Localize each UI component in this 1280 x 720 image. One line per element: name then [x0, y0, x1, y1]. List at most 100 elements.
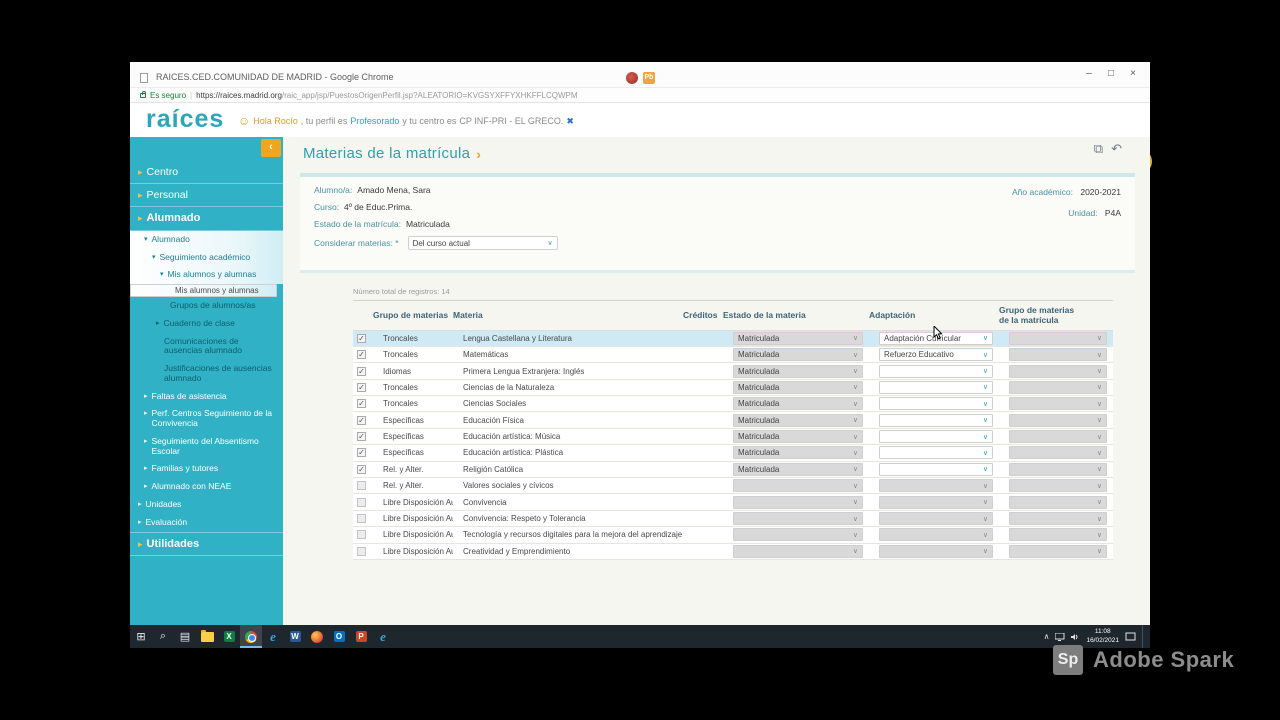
row-checkbox[interactable]: ✓ — [357, 432, 366, 442]
grupo-matricula-select[interactable]: ∨ — [1009, 364, 1107, 378]
estado-select[interactable]: ∨ — [733, 544, 863, 558]
sidebar-item-alumnado[interactable]: ▾ Alumnado — [130, 230, 283, 249]
taskbar-start-icon[interactable]: ⊞ — [130, 625, 152, 648]
sidebar-item-unidades[interactable]: ▸ Unidades — [130, 496, 283, 514]
grupo-matricula-select[interactable]: ∨ — [1009, 430, 1107, 444]
row-checkbox[interactable]: ✓ — [357, 382, 366, 392]
table-row[interactable]: ✓ Troncales Matemáticas Matriculada ∨ Refuerz… — [353, 346, 1113, 364]
extension-icon[interactable]: Pb — [643, 72, 655, 84]
grupo-matricula-select[interactable]: ∨ — [1009, 446, 1107, 460]
estado-select[interactable]: Matriculada ∨ — [733, 331, 863, 345]
sidebar-item-seguimiento-academico[interactable]: ▾ Seguimiento académico — [130, 248, 283, 267]
taskbar-excel-icon[interactable]: X — [218, 625, 240, 648]
copy-pages-icon[interactable]: ⧉ — [1094, 141, 1103, 157]
table-row[interactable]: ✓ Específicas Educación artística: Plástic… — [353, 445, 1113, 462]
taskbar-internet-explorer-icon[interactable]: e — [262, 625, 284, 648]
estado-select[interactable]: Matriculada ∨ — [733, 430, 863, 444]
row-checkbox[interactable]: ✓ — [357, 350, 366, 360]
row-checkbox[interactable] — [357, 497, 366, 507]
row-checkbox[interactable]: ✓ — [357, 333, 366, 343]
sidebar-item-utilidades[interactable]: ▸ Utilidades — [130, 531, 283, 557]
estado-select[interactable]: Matriculada ∨ — [733, 462, 863, 476]
sidebar-item-mis-alumnos-y-alumnas[interactable]: ▾ Mis alumnos y alumnas — [130, 266, 283, 285]
table-row[interactable]: ✓ Troncales Ciencias Sociales Matriculada ∨ ∨… — [353, 396, 1113, 413]
row-checkbox[interactable]: ✓ — [357, 448, 366, 458]
taskbar-task-view-icon[interactable]: ▤ — [174, 625, 196, 648]
tray-expand-icon[interactable]: ∧ — [1044, 632, 1050, 641]
adaptacion-select[interactable]: ∨ — [879, 446, 993, 460]
table-row[interactable]: ✓ Idiomas Primera Lengua Extranjera: Inglé… — [353, 363, 1113, 380]
row-checkbox[interactable]: ✓ — [357, 366, 366, 376]
adaptacion-select[interactable]: ∨ — [879, 544, 993, 558]
estado-select[interactable]: Matriculada ∨ — [733, 397, 863, 411]
undo-icon[interactable]: ↶ — [1111, 141, 1122, 157]
close-session-icon[interactable]: ✖ — [566, 116, 574, 127]
clock[interactable]: 11:08 16/02/2021 — [1086, 628, 1119, 645]
row-checkbox[interactable] — [357, 530, 366, 540]
sidebar-item-cuaderno-de-clase[interactable]: ▸ Cuaderno de clase — [130, 315, 283, 333]
consider-materias-select[interactable]: Del curso actual ∨ — [407, 236, 558, 250]
sidebar-item-grupos-de-alumnos-as[interactable]: Grupos de alumnos/as — [130, 297, 283, 315]
estado-select[interactable]: ∨ — [733, 512, 863, 526]
estado-select[interactable]: Matriculada ∨ — [733, 364, 863, 378]
raices-logo[interactable]: raíces — [146, 105, 224, 134]
notification-icon[interactable] — [1125, 632, 1136, 641]
table-row[interactable]: Rel. y Alter. Valores sociales y cívicos ∨… — [353, 478, 1113, 495]
adaptacion-select[interactable]: ∨ — [879, 528, 993, 542]
minimize-button[interactable]: – — [1080, 68, 1098, 79]
taskbar-firefox-icon[interactable] — [306, 625, 328, 648]
sidebar-item-faltas-de-asistencia[interactable]: ▸ Faltas de asistencia — [130, 388, 283, 406]
sidebar-item-comunicaciones-de-ausencias-alumnado[interactable]: Comunicaciones de ausencias alumnado — [130, 333, 283, 361]
estado-select[interactable]: ∨ — [733, 479, 863, 493]
taskbar-outlook-icon[interactable]: O — [328, 625, 350, 648]
table-row[interactable]: Libre Disposición Autonómica Tecnología y… — [353, 527, 1113, 544]
estado-select[interactable]: ∨ — [733, 528, 863, 542]
taskbar-chrome-icon[interactable] — [240, 625, 262, 648]
taskbar-file-explorer-icon[interactable] — [196, 625, 218, 648]
taskbar-word-icon[interactable]: W — [284, 625, 306, 648]
table-row[interactable]: ✓ Troncales Ciencias de la Naturaleza Matri… — [353, 379, 1113, 397]
sidebar-item-familias-y-tutores[interactable]: ▸ Familias y tutores — [130, 460, 283, 478]
table-row[interactable]: ✓ Específicas Educación Física Matriculada ∨… — [353, 412, 1113, 429]
adaptacion-select[interactable]: ∨ — [879, 397, 993, 411]
adaptacion-select[interactable]: ∨ — [879, 495, 993, 509]
grupo-matricula-select[interactable]: ∨ — [1009, 528, 1107, 542]
table-row[interactable]: ✓ Específicas Educación artística: Música M… — [353, 428, 1113, 446]
row-checkbox[interactable] — [357, 546, 366, 556]
table-row[interactable]: Libre Disposición Autonómica Creatividad … — [353, 543, 1113, 560]
table-row[interactable]: Libre Disposición Autonómica Convivencia:… — [353, 510, 1113, 528]
row-checkbox[interactable] — [357, 481, 366, 491]
grupo-matricula-select[interactable]: ∨ — [1009, 413, 1107, 427]
grupo-matricula-select[interactable]: ∨ — [1009, 348, 1107, 362]
adaptacion-select[interactable]: ∨ — [879, 462, 993, 476]
sidebar-item-seguimiento-del-absentismo-escolar[interactable]: ▸ Seguimiento del Absentismo Escolar — [130, 433, 283, 461]
grupo-matricula-select[interactable]: ∨ — [1009, 479, 1107, 493]
address-bar[interactable]: Es seguro | https://raices.madrid.org /r… — [130, 88, 1150, 103]
grupo-matricula-select[interactable]: ∨ — [1009, 380, 1107, 394]
adaptacion-select[interactable]: ∨ — [879, 364, 993, 378]
adaptacion-select[interactable]: Refuerzo Educativo ∨ — [879, 348, 993, 362]
row-checkbox[interactable]: ✓ — [357, 464, 366, 474]
grupo-matricula-select[interactable]: ∨ — [1009, 495, 1107, 509]
grupo-matricula-select[interactable]: ∨ — [1009, 512, 1107, 526]
row-checkbox[interactable]: ✓ — [357, 399, 366, 409]
taskbar-search-icon[interactable]: ⌕ — [152, 625, 174, 648]
taskbar-edge-icon[interactable]: e — [372, 625, 394, 648]
sidebar-item-mis-alumnos-y-alumnas[interactable]: Mis alumnos y alumnas — [130, 284, 277, 298]
adaptacion-select[interactable]: ∨ — [879, 479, 993, 493]
maximize-button[interactable]: □ — [1102, 68, 1120, 79]
estado-select[interactable]: Matriculada ∨ — [733, 380, 863, 394]
row-checkbox[interactable] — [357, 514, 366, 524]
sidebar-item-personal[interactable]: ▸ Personal — [130, 184, 283, 208]
adaptacion-select[interactable]: ∨ — [879, 512, 993, 526]
adaptacion-select[interactable]: ∨ — [879, 430, 993, 444]
speaker-icon[interactable] — [1071, 633, 1080, 641]
grupo-matricula-select[interactable]: ∨ — [1009, 462, 1107, 476]
grupo-matricula-select[interactable]: ∨ — [1009, 544, 1107, 558]
sidebar-item-perf-centros-seguimiento-de-la-convivencia[interactable]: ▸ Perf. Centros Seguimiento de la Convive… — [130, 405, 283, 433]
sidebar-item-evaluacion[interactable]: ▸ Evaluación — [130, 514, 283, 532]
sidebar-item-centro[interactable]: ▸ Centro — [130, 161, 283, 185]
close-button[interactable]: × — [1124, 68, 1142, 79]
grupo-matricula-select[interactable]: ∨ — [1009, 397, 1107, 411]
sidebar-item-alumnado-con-neae[interactable]: ▸ Alumnado con NEAE — [130, 478, 283, 496]
